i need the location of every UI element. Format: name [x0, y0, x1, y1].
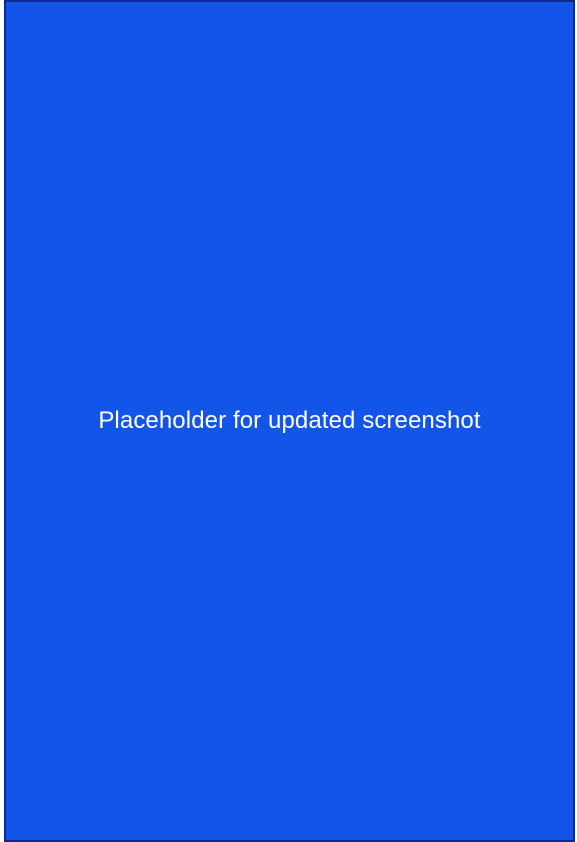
- placeholder-panel: Placeholder for updated screenshot: [4, 0, 575, 842]
- placeholder-message: Placeholder for updated screenshot: [98, 407, 481, 434]
